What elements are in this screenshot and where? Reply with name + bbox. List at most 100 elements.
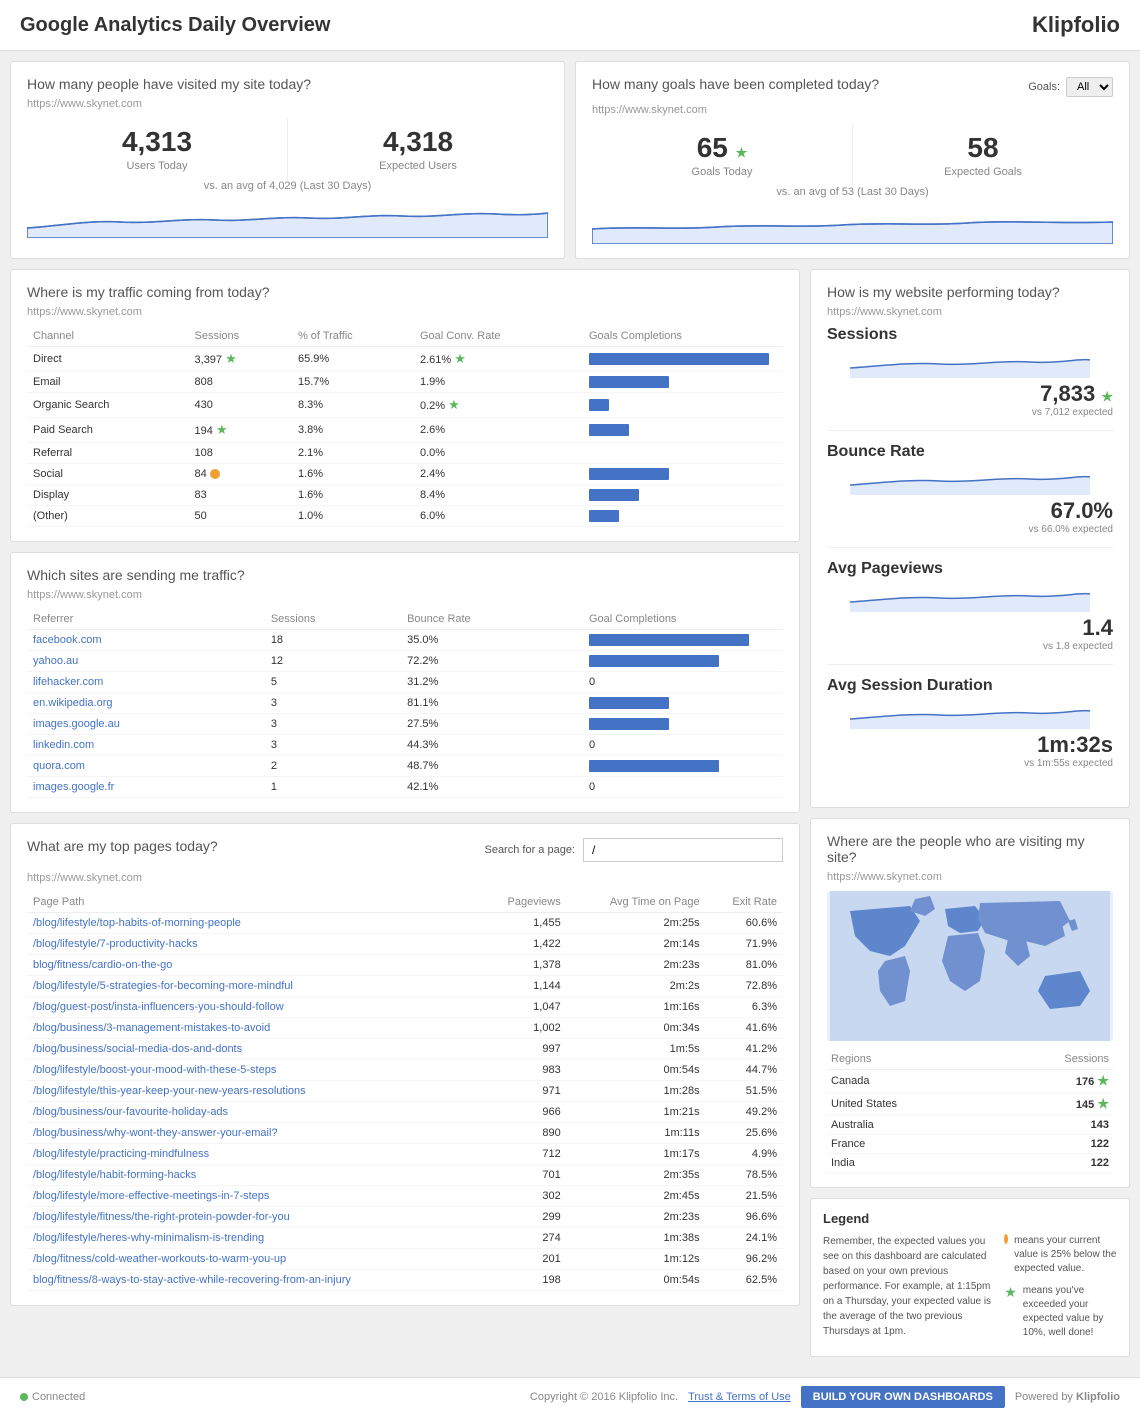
region-star-icon: ★: [1097, 1073, 1109, 1088]
traffic-pct: 3.8%: [292, 418, 414, 443]
visitors-card-title: How many people have visited my site tod…: [27, 76, 548, 92]
referral-table-row: images.google.fr 1 42.1% 0: [27, 777, 783, 798]
traffic-table-row: Paid Search 194 ★ 3.8% 2.6%: [27, 418, 783, 443]
traffic-conv: 0.0%: [414, 443, 583, 464]
map-title: Where are the people who are visiting my…: [827, 833, 1113, 865]
page-pageviews: 1,002: [478, 1018, 567, 1039]
top-pages-card: What are my top pages today? Search for …: [10, 823, 800, 1306]
traffic-col-channel: Channel: [27, 326, 189, 347]
traffic-card-title: Where is my traffic coming from today?: [27, 284, 783, 300]
traffic-completions: [583, 485, 783, 506]
goals-card-title: How many goals have been completed today…: [592, 76, 879, 92]
pages-table-row: /blog/business/social-media-dos-and-dont…: [27, 1039, 783, 1060]
traffic-channel: Display: [27, 485, 189, 506]
page-pageviews: 890: [478, 1123, 567, 1144]
referral-col-referrer: Referrer: [27, 609, 265, 630]
connected-label: Connected: [32, 1391, 85, 1403]
legend-orange-text: means your current value is 25% below th…: [1014, 1234, 1117, 1276]
perf-metric-label: Avg Session Duration: [827, 677, 1113, 695]
referral-completions: [583, 714, 783, 735]
referral-bar: [589, 760, 719, 772]
traffic-card: Where is my traffic coming from today? h…: [10, 269, 800, 542]
traffic-table-row: Organic Search 430 8.3% 0.2% ★: [27, 393, 783, 418]
referral-name: en.wikipedia.org: [27, 693, 265, 714]
traffic-sessions: 84: [189, 464, 292, 485]
traffic-conv: 2.4%: [414, 464, 583, 485]
referral-card-title: Which sites are sending me traffic?: [27, 567, 783, 583]
referral-name: lifehacker.com: [27, 672, 265, 693]
referral-bounce: 81.1%: [401, 693, 583, 714]
pages-table-row: /blog/lifestyle/practicing-mindfulness 7…: [27, 1144, 783, 1165]
referral-bar: [589, 634, 749, 646]
page-avgtime: 1m:12s: [567, 1249, 706, 1270]
traffic-completions: [583, 393, 783, 418]
region-name: France: [827, 1135, 994, 1154]
pages-table-row: /blog/lifestyle/7-productivity-hacks 1,4…: [27, 934, 783, 955]
page-pageviews: 1,144: [478, 976, 567, 997]
session-dot-icon: [210, 469, 220, 479]
referral-completions: 0: [583, 672, 783, 693]
traffic-sessions: 194 ★: [189, 418, 292, 443]
pages-table-row: blog/fitness/8-ways-to-stay-active-while…: [27, 1270, 783, 1291]
expected-users-block: 4,318 Expected Users: [287, 118, 548, 180]
build-dashboards-button[interactable]: BUILD YOUR OWN DASHBOARDS: [801, 1386, 1005, 1408]
page-exitrate: 51.5%: [706, 1081, 783, 1102]
region-sessions: 176 ★: [994, 1070, 1113, 1093]
perf-metric-value: 7,833 ★: [1032, 381, 1113, 407]
region-table-row: United States 145 ★: [827, 1093, 1113, 1116]
legend-green-row: ★ means you've exceeded your expected va…: [1004, 1284, 1117, 1340]
perf-metric-label: Avg Pageviews: [827, 560, 1113, 578]
visitors-sparkline: [27, 198, 548, 238]
region-star-icon: ★: [1097, 1096, 1109, 1111]
referral-sessions: 3: [265, 735, 401, 756]
expected-goals-block: 58 Expected Goals: [852, 124, 1113, 186]
traffic-table-row: Email 808 15.7% 1.9%: [27, 372, 783, 393]
search-page-input[interactable]: [583, 838, 783, 862]
green-star-icon: ★: [1004, 1284, 1017, 1301]
traffic-pct: 1.6%: [292, 485, 414, 506]
page-avgtime: 2m:35s: [567, 1165, 706, 1186]
referral-sessions: 12: [265, 651, 401, 672]
traffic-bar: [589, 510, 619, 522]
goals-select[interactable]: All: [1066, 77, 1113, 97]
referral-bounce: 31.2%: [401, 672, 583, 693]
legend-body: Remember, the expected values you see on…: [823, 1234, 992, 1344]
page-pageviews: 966: [478, 1102, 567, 1123]
referral-name: facebook.com: [27, 630, 265, 651]
page-pageviews: 1,047: [478, 997, 567, 1018]
referral-sessions: 2: [265, 756, 401, 777]
referral-sessions: 3: [265, 714, 401, 735]
traffic-pct: 8.3%: [292, 393, 414, 418]
region-name: Australia: [827, 1116, 994, 1135]
referral-completions: [583, 630, 783, 651]
pages-table-row: /blog/lifestyle/top-habits-of-morning-pe…: [27, 913, 783, 934]
users-today-label: Users Today: [35, 160, 279, 172]
referral-bounce: 44.3%: [401, 735, 583, 756]
performance-title: How is my website performing today?: [827, 284, 1113, 300]
traffic-sessions: 50: [189, 506, 292, 527]
goals-card: How many goals have been completed today…: [575, 61, 1130, 259]
region-table-row: France 122: [827, 1135, 1113, 1154]
traffic-bar: [589, 376, 669, 388]
region-name: United States: [827, 1093, 994, 1116]
referral-bar: [589, 718, 669, 730]
legend-green-text: means you've exceeded your expected valu…: [1023, 1284, 1117, 1340]
page-header: Google Analytics Daily Overview Klipfoli…: [0, 0, 1140, 51]
page-exitrate: 6.3%: [706, 997, 783, 1018]
traffic-conv: 0.2% ★: [414, 393, 583, 418]
search-page-label: Search for a page:: [484, 844, 575, 856]
perf-metric-vs: vs 1.8 expected: [1043, 641, 1113, 652]
region-name: India: [827, 1154, 994, 1173]
goals-url: https://www.skynet.com: [592, 104, 1113, 116]
goals-vs-text: vs. an avg of 53 (Last 30 Days): [592, 186, 1113, 198]
pages-col-avgtime: Avg Time on Page: [567, 892, 706, 913]
referral-table-row: linkedin.com 3 44.3% 0: [27, 735, 783, 756]
orange-dot-icon: [1004, 1234, 1008, 1244]
world-map: [827, 891, 1113, 1041]
page-path: /blog/business/our-favourite-holiday-ads: [27, 1102, 478, 1123]
footer-trust-link[interactable]: Trust & Terms of Use: [688, 1391, 791, 1403]
referral-bounce: 35.0%: [401, 630, 583, 651]
region-sessions: 122: [994, 1135, 1113, 1154]
visitors-url: https://www.skynet.com: [27, 98, 548, 110]
page-path: /blog/lifestyle/5-strategies-for-becomin…: [27, 976, 478, 997]
